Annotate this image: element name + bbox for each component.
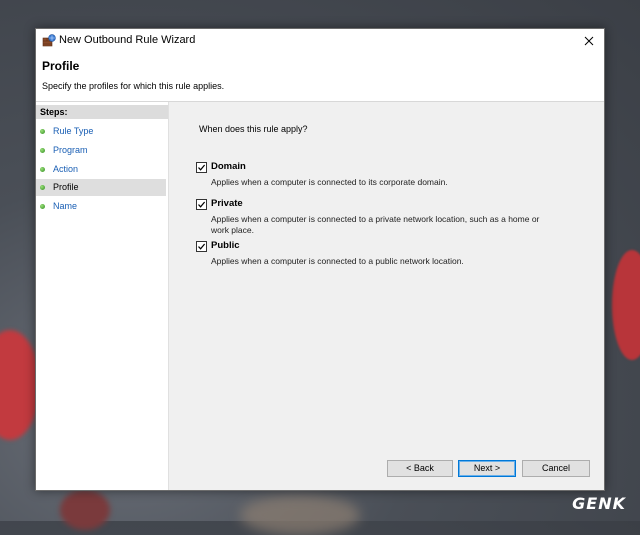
domain-checkbox[interactable]	[196, 162, 207, 173]
option-title[interactable]: Private	[211, 198, 243, 209]
step-rule-type[interactable]: Rule Type	[36, 123, 166, 140]
step-action[interactable]: Action	[36, 161, 166, 178]
green-dot-icon	[40, 148, 45, 153]
checkmark-icon	[198, 164, 206, 171]
private-checkbox[interactable]	[196, 199, 207, 210]
green-dot-icon	[40, 204, 45, 209]
background-flower	[612, 250, 640, 360]
checkmark-icon	[198, 243, 206, 250]
watermark-logo: GENK	[572, 494, 626, 513]
title-bar[interactable]: New Outbound Rule Wizard	[36, 29, 604, 53]
green-dot-icon	[40, 185, 45, 190]
public-checkbox[interactable]	[196, 241, 207, 252]
step-label: Action	[53, 164, 79, 174]
steps-heading: Steps:	[36, 105, 168, 119]
step-label: Profile	[53, 182, 79, 192]
page-subtitle: Specify the profiles for which this rule…	[42, 81, 225, 91]
background-flower	[0, 330, 40, 440]
option-description: Applies when a computer is connected to …	[211, 256, 464, 266]
step-program[interactable]: Program	[36, 142, 166, 159]
close-button[interactable]	[574, 29, 604, 53]
checkmark-icon	[198, 201, 206, 208]
main-content: When does this rule apply? Domain Applie…	[169, 102, 604, 490]
window-title: New Outbound Rule Wizard	[59, 34, 196, 46]
option-title[interactable]: Domain	[211, 161, 246, 172]
step-label: Program	[53, 145, 88, 155]
step-label: Name	[53, 201, 78, 211]
next-button[interactable]: Next >	[458, 460, 516, 477]
background-blur	[240, 495, 360, 535]
close-icon	[584, 36, 594, 46]
page-title: Profile	[42, 59, 80, 73]
steps-panel: Steps: Rule Type Program Action Profile …	[36, 102, 169, 490]
green-dot-icon	[40, 167, 45, 172]
wizard-header: Profile Specify the profiles for which t…	[36, 53, 604, 102]
background-flower	[60, 490, 110, 530]
back-button[interactable]: < Back	[387, 460, 453, 477]
wizard-window: New Outbound Rule Wizard Profile Specify…	[35, 28, 605, 491]
rule-question: When does this rule apply?	[199, 124, 308, 134]
green-dot-icon	[40, 129, 45, 134]
option-description: Applies when a computer is connected to …	[211, 214, 540, 235]
option-title[interactable]: Public	[211, 240, 240, 251]
step-profile[interactable]: Profile	[36, 179, 166, 196]
cancel-button[interactable]: Cancel	[522, 460, 590, 477]
step-label: Rule Type	[53, 126, 94, 136]
firewall-wizard-icon	[42, 34, 56, 48]
step-name[interactable]: Name	[36, 198, 166, 215]
option-description: Applies when a computer is connected to …	[211, 177, 448, 187]
